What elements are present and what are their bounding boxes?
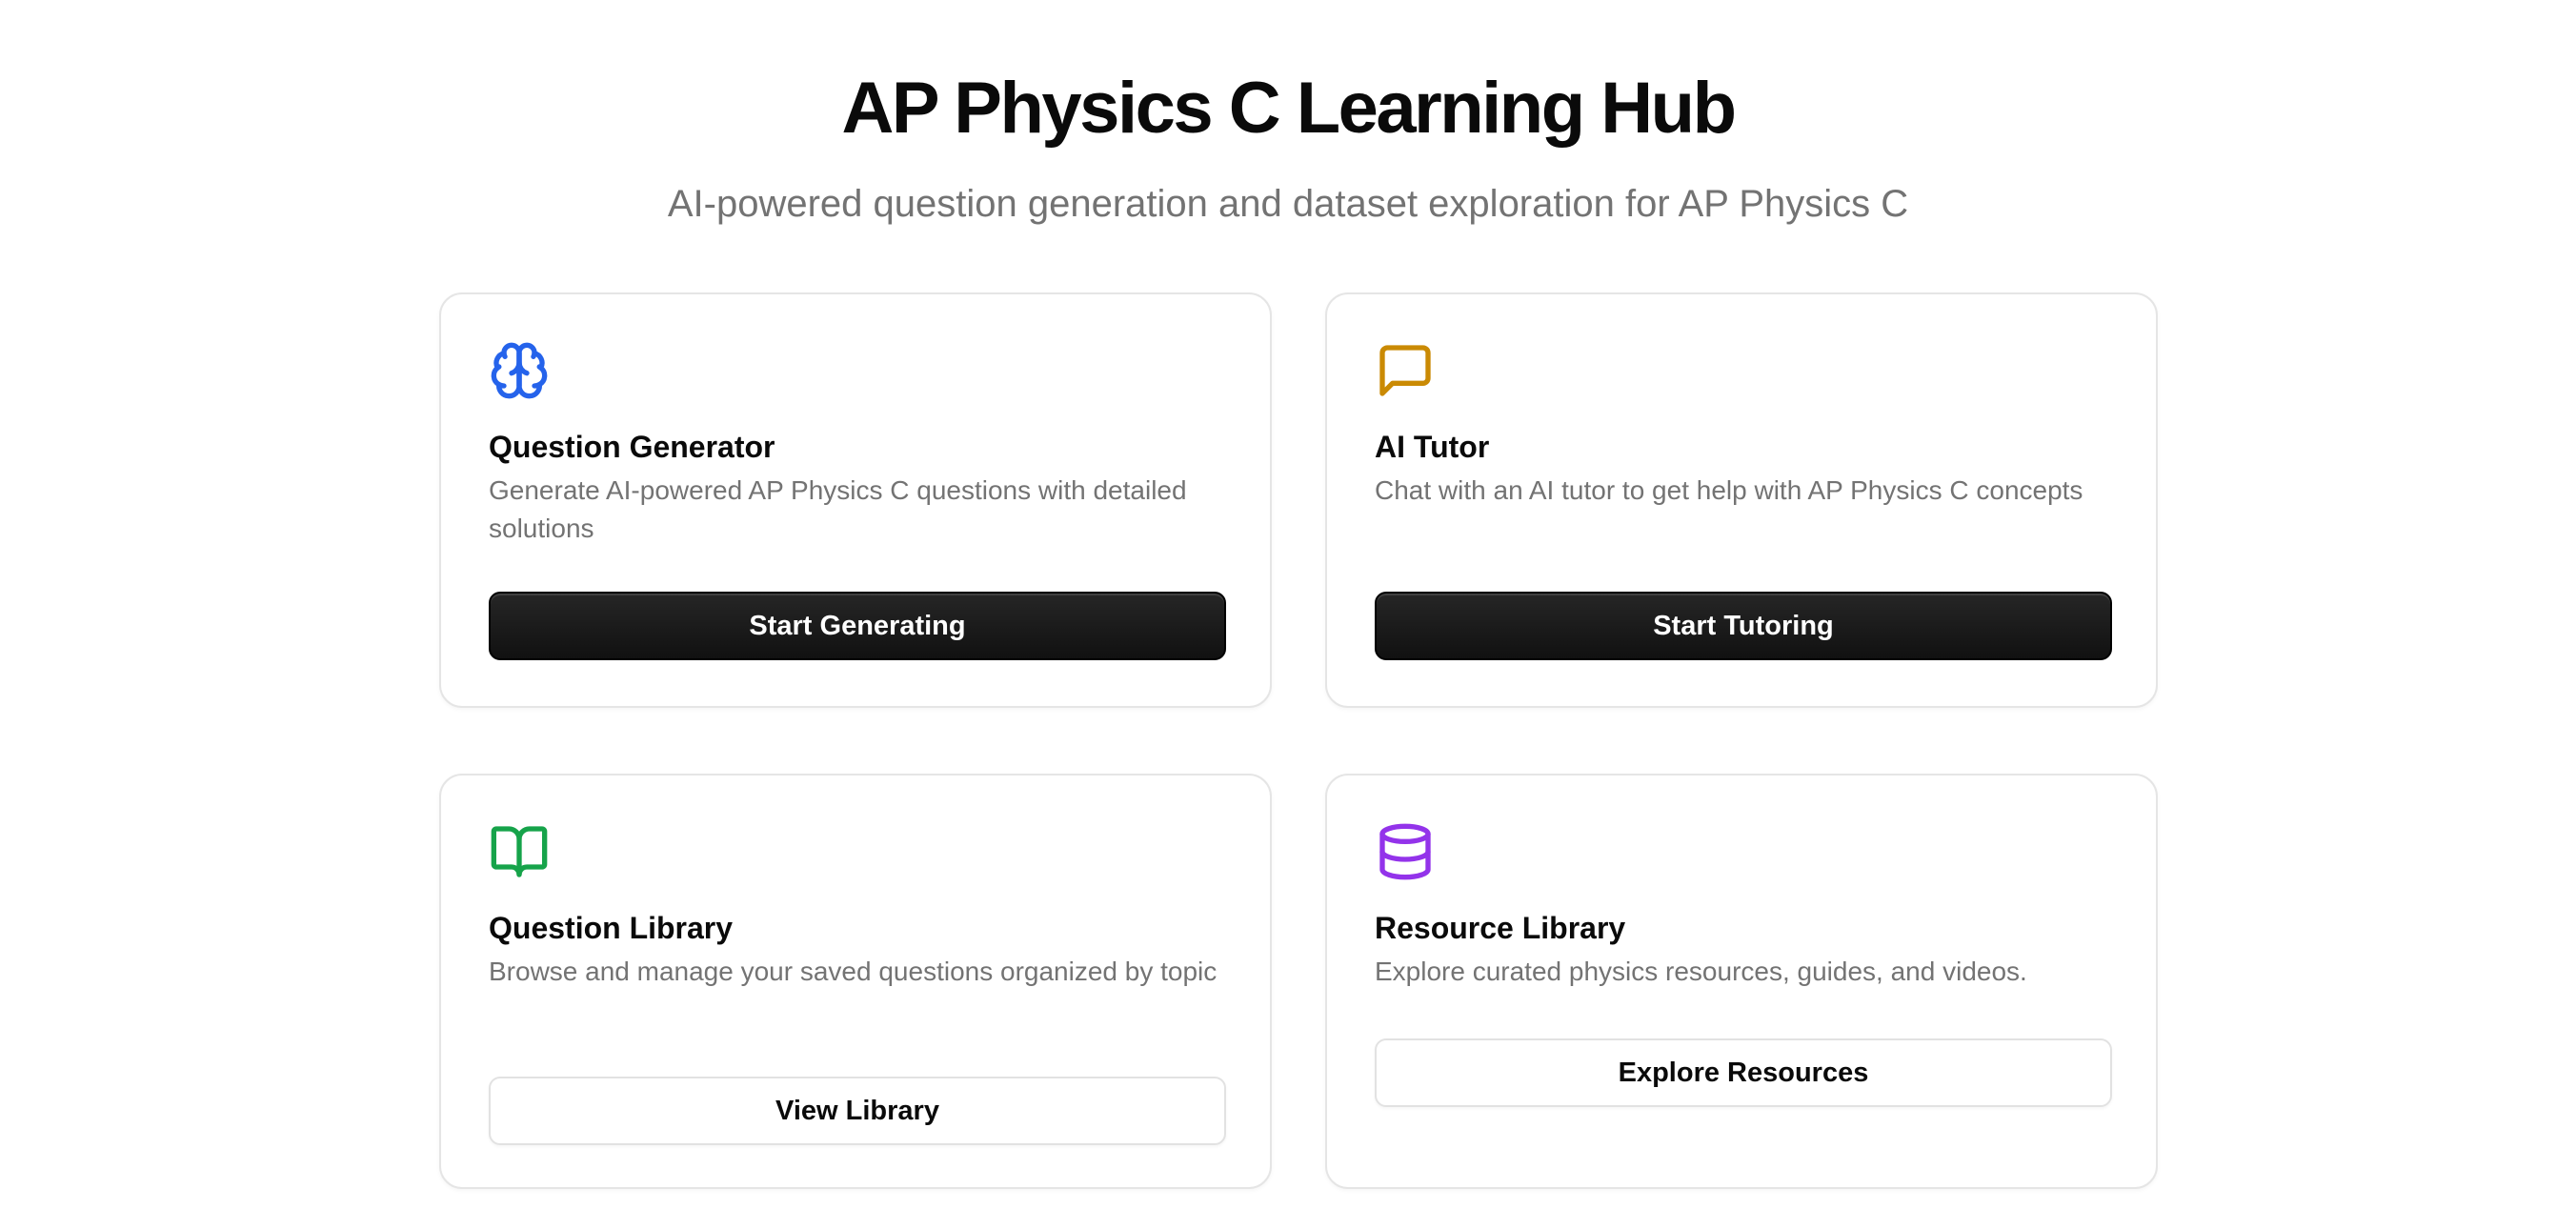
start-tutoring-button[interactable]: Start Tutoring	[1375, 592, 2112, 660]
brain-icon	[489, 340, 550, 401]
resource-library-card: Resource Library Explore curated physics…	[1325, 774, 2158, 1189]
card-description: Chat with an AI tutor to get help with A…	[1375, 475, 2083, 505]
question-library-card: Question Library Browse and manage your …	[439, 774, 1272, 1189]
page: AP Physics C Learning Hub AI-powered que…	[0, 0, 2576, 1229]
database-icon	[1375, 821, 1436, 882]
card-title: Question Generator	[489, 430, 775, 464]
card-title: Resource Library	[1375, 911, 1626, 945]
card-description: Browse and manage your saved questions o…	[489, 957, 1218, 986]
card-title: Question Library	[489, 911, 734, 945]
view-library-button[interactable]: View Library	[489, 1077, 1226, 1145]
start-generating-button[interactable]: Start Generating	[489, 592, 1226, 660]
explore-resources-button[interactable]: Explore Resources	[1375, 1038, 2112, 1107]
ai-tutor-card: AI Tutor Chat with an AI tutor to get he…	[1325, 292, 2158, 708]
page-title: AP Physics C Learning Hub	[841, 68, 1737, 149]
question-generator-card: Question Generator Generate AI-powered A…	[439, 292, 1272, 708]
card-description: Explore curated physics resources, guide…	[1375, 957, 2027, 986]
card-description: Generate AI-powered AP Physics C questio…	[489, 475, 1187, 543]
page-subtitle: AI-powered question generation and datas…	[667, 183, 1909, 225]
message-square-icon	[1375, 340, 1436, 401]
card-title: AI Tutor	[1375, 430, 1490, 464]
book-open-icon	[489, 821, 550, 882]
